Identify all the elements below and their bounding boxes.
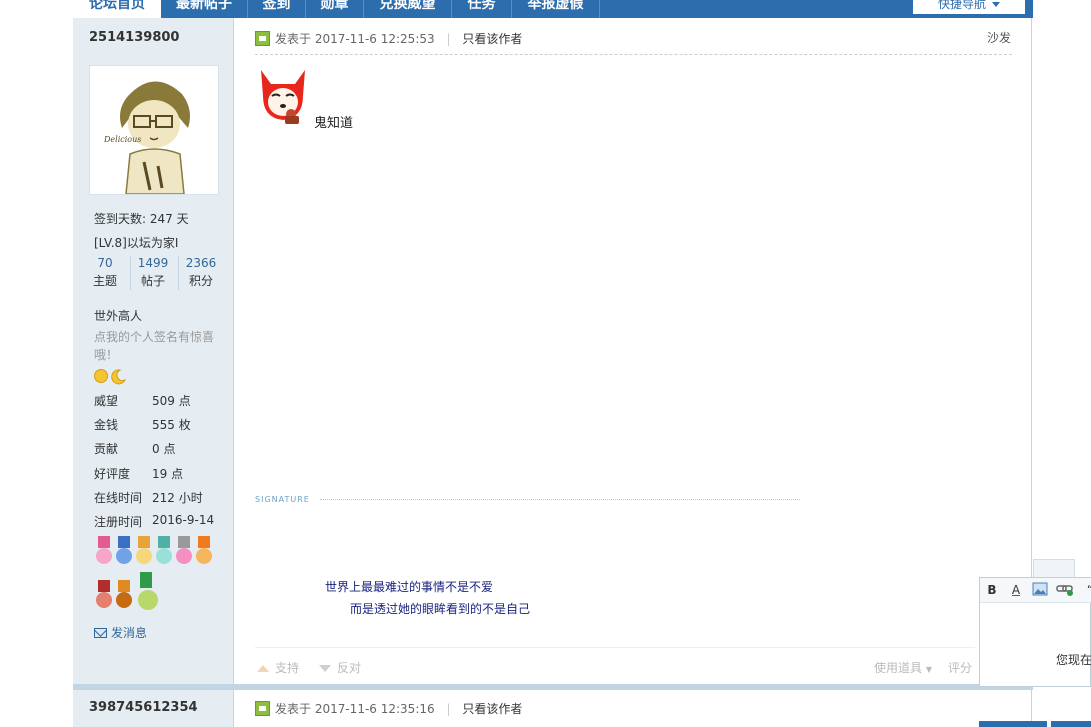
checkin-days: 签到天数: 247 天 xyxy=(94,212,189,226)
medal-icon[interactable] xyxy=(115,580,133,610)
info-value: 555 枚 xyxy=(152,418,191,432)
user-title: 世外高人 xyxy=(94,309,143,323)
nav-exchange[interactable]: 兑换威望 xyxy=(364,0,452,18)
header-divider xyxy=(255,54,1012,55)
use-tool-label: 使用道具 xyxy=(874,661,923,675)
stat-posts-label: 帖子 xyxy=(140,274,165,288)
bold-button[interactable]: B xyxy=(984,582,1000,598)
only-author-link[interactable]: 只看该作者 xyxy=(462,702,522,716)
rate-button[interactable]: 评分 xyxy=(948,659,972,676)
meta-separator: | xyxy=(446,702,451,716)
nav-report[interactable]: 举报虚假 xyxy=(512,0,600,18)
quick-nav-button[interactable]: 快捷导航 xyxy=(913,0,1025,14)
stat-points[interactable]: 2366 积分 xyxy=(178,254,224,290)
post-content-area xyxy=(235,18,1032,727)
post-meta: 发表于 2017-11-6 12:35:16 | 只看该作者 xyxy=(275,700,522,717)
post-icon xyxy=(255,31,270,46)
quick-nav-label: 快捷导航 xyxy=(937,0,986,11)
editor-placeholder[interactable]: 您现在 xyxy=(1056,651,1091,668)
info-key: 注册时间 xyxy=(94,515,143,529)
editor-collapse-tab[interactable] xyxy=(1033,559,1075,577)
quick-reply-editor: B A “ 您现在 xyxy=(979,577,1091,687)
info-value: 509 点 xyxy=(152,394,191,408)
signature-label: SIGNATURE xyxy=(255,495,310,504)
stat-topics-num: 70 xyxy=(97,256,113,270)
signature-line: 世界上最最难过的事情不是不爱 xyxy=(325,580,494,594)
info-value: 19 点 xyxy=(152,467,184,481)
info-key: 金钱 xyxy=(94,418,119,432)
svg-text:Delicious: Delicious xyxy=(103,135,141,144)
medal-icon[interactable] xyxy=(155,536,173,566)
chevron-down-icon: ▼ xyxy=(925,665,932,674)
chevron-down-icon xyxy=(992,2,1000,7)
medal-icon[interactable] xyxy=(175,536,193,566)
stat-points-label: 积分 xyxy=(188,274,213,288)
top-nav: 论坛首页 最新帖子 签到 勋章 兑换威望 任务 举报虚假 快捷导航 xyxy=(73,0,1033,18)
oppose-label: 反对 xyxy=(337,661,362,675)
editor-submit-button[interactable] xyxy=(979,721,1047,727)
stat-points-num: 2366 xyxy=(185,256,217,270)
info-key: 好评度 xyxy=(94,467,131,481)
author-username[interactable]: 398745612354 xyxy=(89,700,198,715)
info-value: 2016-9-14 xyxy=(152,513,215,527)
quote-icon[interactable]: “ xyxy=(1082,582,1091,598)
thumb-up-icon xyxy=(257,665,269,672)
signature-line: 而是透过她的眼眸看到的不是自己 xyxy=(350,602,531,616)
smile-icon xyxy=(94,369,108,383)
post-time: 发表于 2017-11-6 12:35:16 xyxy=(275,702,435,716)
stat-posts[interactable]: 1499 帖子 xyxy=(130,254,176,290)
post-meta: 发表于 2017-11-6 12:25:53 | 只看该作者 xyxy=(275,30,522,47)
stat-topics[interactable]: 70 主题 xyxy=(82,254,128,290)
post-separator xyxy=(73,684,1033,690)
only-author-link[interactable]: 只看该作者 xyxy=(462,32,522,46)
nav-latest[interactable]: 最新帖子 xyxy=(161,0,248,18)
link-icon[interactable] xyxy=(1056,582,1073,598)
info-key: 在线时间 xyxy=(94,491,143,505)
signature-hint[interactable]: 点我的个人签名有惊喜哦！ xyxy=(94,328,218,364)
actions-divider xyxy=(255,647,975,648)
moon-icon xyxy=(110,369,127,385)
medal-icon[interactable] xyxy=(115,536,133,566)
post-icon xyxy=(255,701,270,716)
font-color-button[interactable]: A xyxy=(1008,582,1024,598)
stat-topics-label: 主题 xyxy=(92,274,117,288)
nav-tasks[interactable]: 任务 xyxy=(452,0,512,18)
medal-icon[interactable] xyxy=(137,572,158,612)
medal-icon[interactable] xyxy=(95,536,113,566)
info-key: 贡献 xyxy=(94,442,119,456)
info-value: 212 小时 xyxy=(152,491,203,505)
user-stats: 70 主题 1499 帖子 2366 积分 xyxy=(82,254,222,292)
nav-checkin[interactable]: 签到 xyxy=(248,0,306,18)
avatar-image: Delicious xyxy=(90,66,218,195)
info-key: 威望 xyxy=(94,394,119,408)
nav-medals[interactable]: 勋章 xyxy=(306,0,364,18)
stat-posts-num: 1499 xyxy=(137,256,169,270)
send-message-label: 发消息 xyxy=(111,626,148,640)
oppose-button[interactable]: 反对 xyxy=(319,659,361,676)
author-username[interactable]: 2514139800 xyxy=(89,30,179,45)
editor-toolbar: B A “ xyxy=(980,578,1091,603)
avatar[interactable]: Delicious xyxy=(89,65,219,195)
meta-separator: | xyxy=(446,32,451,46)
support-button[interactable]: 支持 xyxy=(257,659,299,676)
post-body: 鬼知道 xyxy=(314,116,354,131)
fox-emoticon xyxy=(257,66,309,126)
medal-icon[interactable] xyxy=(135,536,153,566)
signature-divider xyxy=(320,499,800,500)
floor-label[interactable]: 沙发 xyxy=(987,29,1011,46)
envelope-icon xyxy=(94,628,107,638)
info-value: 0 点 xyxy=(152,442,176,456)
user-level[interactable]: [LV.8]以坛为家I xyxy=(94,234,178,251)
support-label: 支持 xyxy=(275,661,300,675)
editor-secondary-button[interactable] xyxy=(1051,721,1091,727)
nav-home[interactable]: 论坛首页 xyxy=(73,0,161,18)
use-tool-button[interactable]: 使用道具 ▼ xyxy=(874,659,932,676)
medal-icon[interactable] xyxy=(195,536,213,566)
medal-icon[interactable] xyxy=(95,580,113,610)
post-time: 发表于 2017-11-6 12:25:53 xyxy=(275,32,435,46)
image-icon[interactable] xyxy=(1032,582,1048,598)
send-message-link[interactable]: 发消息 xyxy=(94,624,147,641)
thumb-down-icon xyxy=(319,665,331,672)
